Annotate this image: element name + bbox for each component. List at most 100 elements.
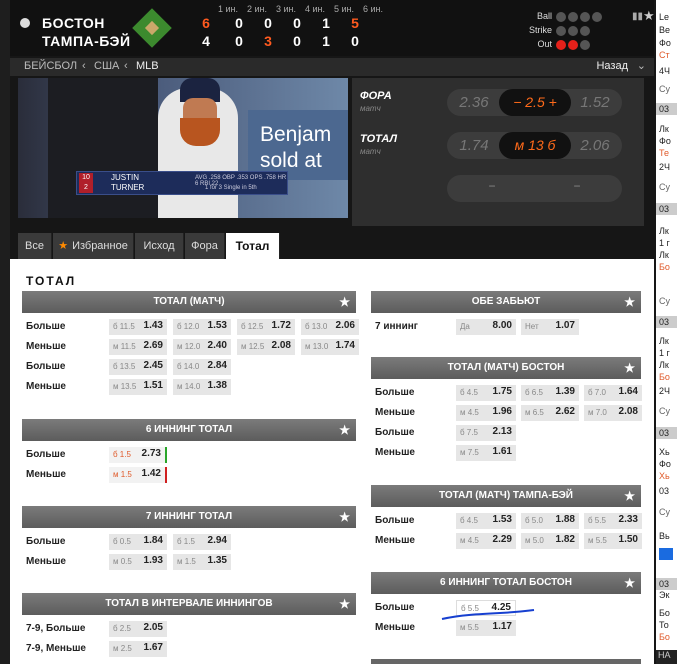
strip-text: Le: [659, 12, 670, 22]
fora-left-odd[interactable]: 2.36: [449, 94, 499, 111]
line: м 6.5: [525, 408, 544, 417]
away-score-6: 0: [351, 33, 359, 49]
fora-right-odd[interactable]: 1.52: [570, 94, 620, 111]
odds-cell[interactable]: б 7.5 2.13: [456, 425, 516, 441]
tab-total[interactable]: Тотал: [226, 233, 280, 259]
total-right-odd[interactable]: 2.06: [570, 137, 620, 154]
odds-cell[interactable]: м 4.5 1.96: [456, 405, 516, 421]
chevron-left-icon: ‹: [82, 60, 86, 72]
tab-all[interactable]: Все: [18, 233, 52, 259]
market-header: ТОТАЛ (МАТЧ) ★: [22, 291, 356, 313]
odds-cell[interactable]: б 1.5 2.73: [109, 447, 167, 463]
strip-text: Хь: [659, 471, 670, 481]
odds-cell[interactable]: м 5.0 1.82: [521, 533, 579, 549]
strip-text: Лк: [659, 336, 669, 346]
odds-cell[interactable]: м 5.5 1.50: [584, 533, 642, 549]
odd: 1.07: [555, 320, 575, 331]
odds-cell[interactable]: б 1.5 2.94: [173, 534, 231, 550]
strip-text: Хь: [659, 447, 670, 457]
odds-row: Больше б 4.5 1.75 б 6.5 1.39 б 7.0 1.64: [371, 383, 642, 403]
tab-handicap[interactable]: Фора: [185, 233, 225, 259]
star-icon[interactable]: ★: [339, 506, 350, 528]
odds-cell[interactable]: б 11.5 1.43: [109, 319, 167, 335]
breadcrumb-league[interactable]: MLB: [136, 60, 159, 72]
odds-cell[interactable]: м 13.0 1.74: [301, 339, 359, 355]
star-icon[interactable]: ★: [624, 572, 635, 594]
star-icon[interactable]: ★: [624, 357, 635, 379]
star-icon[interactable]: ★: [624, 291, 635, 313]
odds-cell[interactable]: б 2.5 2.05: [109, 621, 167, 637]
odds-cell[interactable]: м 2.5 1.67: [109, 641, 167, 657]
line: м 2.5: [113, 644, 132, 653]
odds-cell[interactable]: б 7.0 1.64: [584, 385, 642, 401]
right-sidebar-strip: Le Ве Фо Ст 4Ч Су 03 Лк Фо Те 2Ч Су 03 Л…: [656, 0, 677, 664]
market-inning6-total: 6 ИННИНГ ТОТАЛ ★ Больше б 1.5 2.73 Меньше …: [22, 419, 356, 485]
breadcrumb-country[interactable]: США: [94, 60, 119, 72]
odd: 2.69: [143, 340, 163, 351]
market-total-match: ТОТАЛ (МАТЧ) ★ Больше б 11.5 1.43 б 12.0 1.…: [22, 291, 359, 397]
line: б 1.5: [177, 537, 195, 546]
next-market-header: [371, 659, 641, 664]
odds-cell[interactable]: б 4.5 1.53: [456, 513, 516, 529]
breadcrumb-sport[interactable]: БЕЙСБОЛ: [24, 60, 77, 72]
odd: 1.88: [555, 514, 575, 525]
odds-cell[interactable]: б 5.5 2.33: [584, 513, 642, 529]
empty-right[interactable]: −: [552, 179, 602, 193]
total-sub: матч: [360, 147, 381, 156]
line: б 4.5: [460, 388, 478, 397]
home-score-6: 5: [351, 15, 359, 31]
total-left-odd[interactable]: 1.74: [449, 137, 499, 154]
chevron-down-icon[interactable]: ⌄: [637, 59, 646, 72]
odds-cell[interactable]: Нет 1.07: [521, 319, 579, 335]
odds-cell[interactable]: б 13.5 2.45: [109, 359, 167, 375]
favorite-star-icon[interactable]: ★: [643, 8, 655, 24]
odds-cell[interactable]: м 7.5 1.61: [456, 445, 516, 461]
live-video[interactable]: Benjam sold at 10 2 JUSTIN TURNER AVG .2…: [18, 78, 348, 218]
odds-cell[interactable]: м 1.5 1.42: [109, 467, 167, 483]
odd: 1.53: [207, 320, 227, 331]
star-icon[interactable]: ★: [339, 291, 350, 313]
strip-text: 03: [659, 428, 670, 438]
tab-outcome[interactable]: Исход: [135, 233, 184, 259]
fora-line[interactable]: − 2.5 +: [499, 89, 571, 116]
blue-button[interactable]: [659, 548, 673, 560]
odds-cell[interactable]: м 13.5 1.51: [109, 379, 167, 395]
star-icon[interactable]: ★: [339, 593, 350, 615]
odds-cell[interactable]: б 13.0 2.06: [301, 319, 359, 335]
odd: 2.94: [207, 535, 227, 546]
odds-cell[interactable]: м 0.5 1.93: [109, 554, 167, 570]
odds-cell[interactable]: м 12.0 2.40: [173, 339, 231, 355]
back-button[interactable]: Назад: [596, 60, 628, 72]
strip-text: Су: [659, 406, 670, 416]
stats-icon[interactable]: ▮▮: [632, 11, 643, 22]
line: б 4.5: [460, 516, 478, 525]
odds-cell[interactable]: б 14.0 2.84: [173, 359, 231, 375]
odds-row: 7 иннинг Да 8.00 Нет 1.07: [371, 317, 641, 337]
line: б 1.5: [113, 450, 131, 459]
strike-dot: [556, 26, 566, 36]
odds-cell[interactable]: б 5.0 1.88: [521, 513, 579, 529]
tab-favorites[interactable]: ★ Избранное: [53, 233, 134, 259]
star-icon[interactable]: ★: [339, 419, 350, 441]
odds-cell[interactable]: м 7.0 2.08: [584, 405, 642, 421]
odds-cell[interactable]: м 4.5 2.29: [456, 533, 516, 549]
empty-left[interactable]: −: [467, 179, 517, 193]
odds-row: Меньше м 13.5 1.51 м 14.0 1.38: [22, 377, 356, 397]
odds-cell[interactable]: б 12.0 1.53: [173, 319, 231, 335]
star-icon[interactable]: ★: [624, 485, 635, 507]
row-label: Больше: [26, 449, 66, 460]
odds-cell[interactable]: б 0.5 1.84: [109, 534, 167, 550]
odds-cell[interactable]: м 1.5 1.35: [173, 554, 231, 570]
odds-cell[interactable]: м 14.0 1.38: [173, 379, 231, 395]
odds-cell[interactable]: б 12.5 1.72: [237, 319, 295, 335]
total-line[interactable]: м 13 б: [499, 132, 571, 159]
market-header: 6 ИННИНГ ТОТАЛ ★: [22, 419, 356, 441]
odds-cell[interactable]: м 12.5 2.08: [237, 339, 295, 355]
odds-cell[interactable]: Да 8.00: [456, 319, 516, 335]
line: б 13.5: [113, 362, 136, 371]
odds-cell[interactable]: м 6.5 2.62: [521, 405, 579, 421]
market-title: 6 ИННИНГ ТОТАЛ БОСТОН: [440, 577, 572, 588]
odds-cell[interactable]: б 6.5 1.39: [521, 385, 579, 401]
odds-cell[interactable]: м 11.5 2.69: [109, 339, 167, 355]
odds-cell[interactable]: б 4.5 1.75: [456, 385, 516, 401]
